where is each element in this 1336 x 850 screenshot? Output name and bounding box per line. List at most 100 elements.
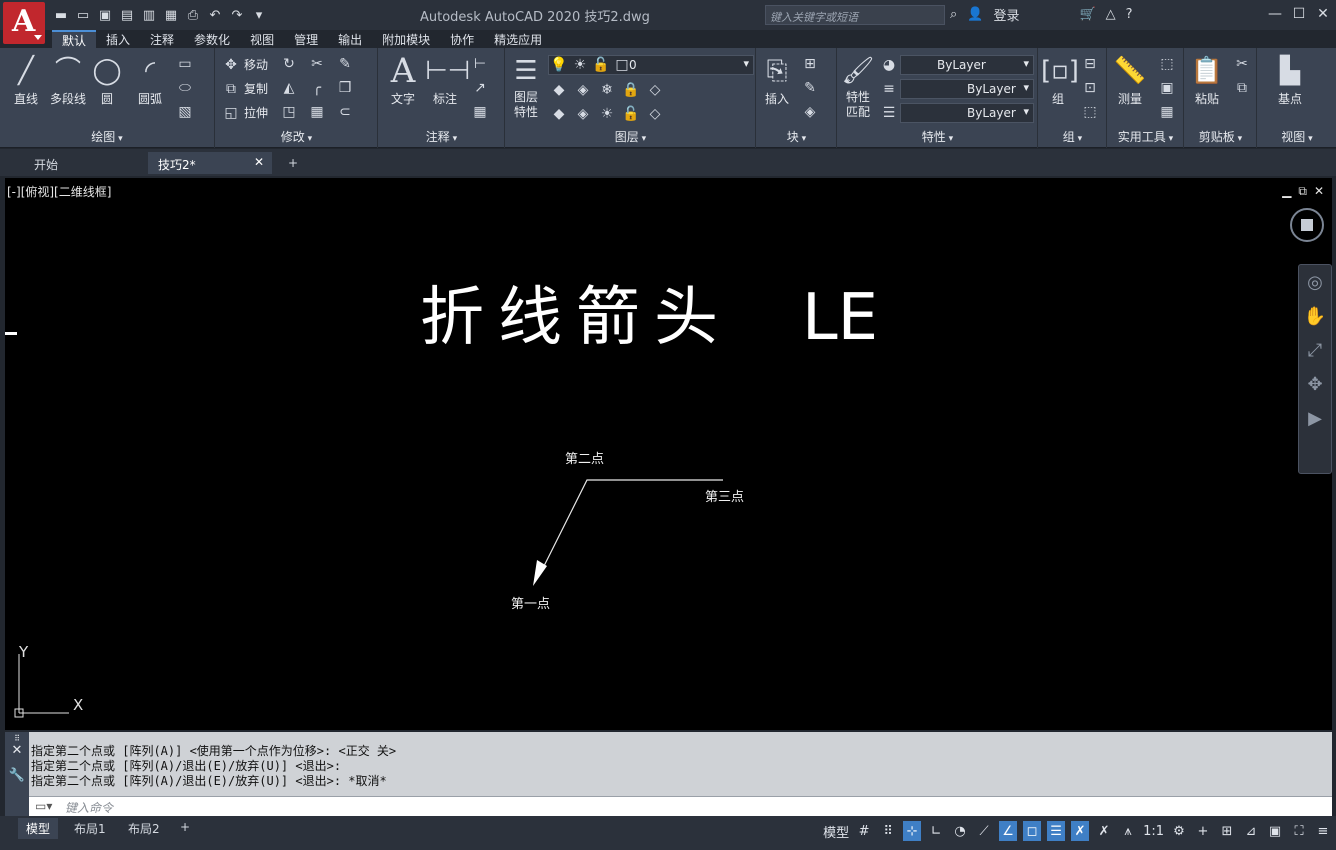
close-tab-icon[interactable]: ✕ xyxy=(254,155,264,169)
copy-button[interactable]: ⧉ 复制 xyxy=(222,80,268,97)
group-button[interactable]: [▫] 组 xyxy=(1041,54,1079,107)
mirror-icon[interactable]: ◭ xyxy=(280,80,298,96)
layout2-tab[interactable]: 布局2 xyxy=(120,818,168,839)
hatch-icon[interactable]: ▧ xyxy=(176,104,194,120)
layer-freeze-icon[interactable]: ❄ xyxy=(598,82,616,98)
view-panel-label[interactable]: 视图 xyxy=(1258,128,1336,145)
clean-screen-icon[interactable]: ⛶ xyxy=(1290,821,1308,841)
layer-lock-icon[interactable]: 🔒 xyxy=(622,82,640,98)
layers-panel-label[interactable]: 图层 xyxy=(506,128,755,145)
app-menu-button[interactable]: A xyxy=(3,2,45,44)
new-icon[interactable]: ▬ xyxy=(52,7,70,23)
new-tab-button[interactable]: + xyxy=(278,152,308,174)
trim-icon[interactable]: ✂ xyxy=(308,56,326,72)
lineweight-icon[interactable]: ☰ xyxy=(880,105,898,121)
calculator-icon[interactable]: ▦ xyxy=(1158,104,1176,120)
rectangle-icon[interactable]: ▭ xyxy=(176,56,194,72)
infer-constraints-icon[interactable]: ⊹ xyxy=(903,821,922,841)
annotation-panel-label[interactable]: 注释 xyxy=(379,128,504,145)
group-select-icon[interactable]: ⬚ xyxy=(1081,104,1099,120)
tab-manage[interactable]: 管理 xyxy=(284,30,328,48)
layer-thaw-icon[interactable]: ☀ xyxy=(598,106,616,122)
maximize-icon[interactable]: ☐ xyxy=(1290,3,1308,25)
tab-view[interactable]: 视图 xyxy=(240,30,284,48)
redo-icon[interactable]: ↷ xyxy=(228,7,246,23)
linetype-icon[interactable]: ≡ xyxy=(880,81,898,97)
grip-icon[interactable]: ⠿ xyxy=(5,734,29,743)
layer-properties-button[interactable]: ☰ 图层 特性 xyxy=(508,54,544,120)
polyline-button[interactable]: ⌒ 多段线 xyxy=(46,54,90,107)
layer-off-icon[interactable]: ◆ xyxy=(550,82,568,98)
block-panel-label[interactable]: 块 xyxy=(757,128,836,145)
properties-panel-label[interactable]: 特性 xyxy=(838,128,1037,145)
object-snap-tracking-icon[interactable]: ∠ xyxy=(999,821,1018,841)
layer-merge-icon[interactable]: ◇ xyxy=(646,82,664,98)
linear-dim-icon[interactable]: ⊢ xyxy=(471,56,489,72)
groups-panel-label[interactable]: 组 xyxy=(1039,128,1106,145)
workspace-gear-icon[interactable]: ⚙ xyxy=(1170,821,1188,841)
web-open-icon[interactable]: ▥ xyxy=(140,7,158,23)
measure-button[interactable]: 📏 测量 xyxy=(1110,54,1150,107)
layout1-tab[interactable]: 布局1 xyxy=(66,818,114,839)
offset-icon[interactable]: ⊂ xyxy=(336,104,354,120)
layer-match-icon[interactable]: ◈ xyxy=(574,106,592,122)
base-view-button[interactable]: ▙ 基点 xyxy=(1262,54,1318,107)
match-properties-button[interactable]: 🖌 特性 匹配 xyxy=(840,54,876,120)
lineweight-display-icon[interactable]: ☰ xyxy=(1047,821,1066,841)
web-save-icon[interactable]: ▦ xyxy=(162,7,180,23)
cart-icon[interactable]: 🛒 xyxy=(1079,7,1095,22)
erase-icon[interactable]: ✎ xyxy=(336,56,354,72)
dimension-button[interactable]: ⊢⊣ 标注 xyxy=(425,54,470,107)
group-edit-icon[interactable]: ⊡ xyxy=(1081,80,1099,96)
binoculars-icon[interactable]: ⌕ xyxy=(950,7,957,22)
customization-menu-icon[interactable]: ≡ xyxy=(1314,821,1332,841)
insert-block-button[interactable]: ⎘ 插入 xyxy=(759,54,795,107)
undo-icon[interactable]: ↶ xyxy=(206,7,224,23)
paste-button[interactable]: 📋 粘贴 xyxy=(1187,54,1227,107)
tab-annotate[interactable]: 注释 xyxy=(140,30,184,48)
create-block-icon[interactable]: ⊞ xyxy=(801,56,819,72)
customize-wrench-icon[interactable]: 🔧 xyxy=(5,768,29,783)
tab-insert[interactable]: 插入 xyxy=(96,30,140,48)
tab-parametric[interactable]: 参数化 xyxy=(184,30,240,48)
draw-panel-label[interactable]: 绘图 xyxy=(0,128,214,145)
tab-featured-apps[interactable]: 精选应用 xyxy=(484,30,552,48)
circle-button[interactable]: ◯ 圆 xyxy=(90,54,124,107)
linetype-dropdown[interactable]: ByLayer xyxy=(900,79,1034,99)
isodraft-icon[interactable]: ⟋ xyxy=(975,821,993,841)
annotation-scale-icon[interactable]: ⩚ xyxy=(1119,821,1137,841)
quick-properties-icon[interactable]: ⊿ xyxy=(1242,821,1260,841)
layer-isolate-icon[interactable]: ◈ xyxy=(574,82,592,98)
hardware-accel-icon[interactable]: ▣ xyxy=(1266,821,1284,841)
save-icon[interactable]: ▣ xyxy=(96,7,114,23)
layer-unlock-icon[interactable]: 🔓 xyxy=(622,106,640,122)
grid-icon[interactable]: # xyxy=(855,821,873,841)
tab-addins[interactable]: 附加模块 xyxy=(372,30,440,48)
edit-block-icon[interactable]: ✎ xyxy=(801,80,819,96)
a360-icon[interactable]: △ xyxy=(1106,7,1116,22)
leader-icon[interactable]: ↗ xyxy=(471,80,489,96)
scale-icon[interactable]: ◳ xyxy=(280,104,298,120)
text-button[interactable]: A 文字 xyxy=(385,54,421,107)
rotate-icon[interactable]: ↻ xyxy=(280,56,298,72)
print-icon[interactable]: ⎙ xyxy=(184,7,202,23)
command-prompt-icon[interactable]: ▭▾ xyxy=(35,799,52,813)
save-as-icon[interactable]: ▤ xyxy=(118,7,136,23)
start-tab[interactable]: 开始 xyxy=(24,152,148,174)
polar-tracking-icon[interactable]: ◔ xyxy=(951,821,969,841)
cut-icon[interactable]: ✂ xyxy=(1233,56,1251,72)
annotation-visibility-icon[interactable]: ✗ xyxy=(1071,821,1090,841)
copy-clip-icon[interactable]: ⧉ xyxy=(1233,80,1251,96)
model-space-button[interactable]: 模型 xyxy=(823,821,849,841)
clipboard-panel-label[interactable]: 剪贴板 xyxy=(1185,128,1256,145)
help-icon[interactable]: ? xyxy=(1126,7,1133,22)
open-icon[interactable]: ▭ xyxy=(74,7,92,23)
explode-icon[interactable]: ❒ xyxy=(336,80,354,96)
layer-on-icon[interactable]: ◆ xyxy=(550,106,568,122)
arc-button[interactable]: ◜ 圆弧 xyxy=(130,54,170,107)
ellipse-icon[interactable]: ⬭ xyxy=(176,80,194,96)
line-button[interactable]: ╱ 直线 xyxy=(8,54,44,107)
user-icon[interactable]: 👤 xyxy=(967,7,983,22)
move-button[interactable]: ✥ 移动 xyxy=(222,56,268,73)
fillet-icon[interactable]: ╭ xyxy=(308,80,326,96)
